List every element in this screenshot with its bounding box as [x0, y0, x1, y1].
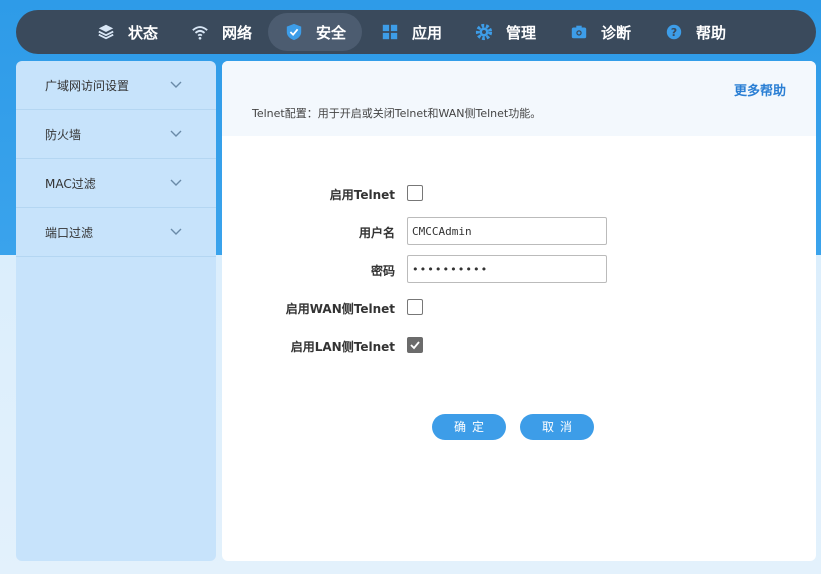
top-nav: 状态 网络 安全 应用 管理 诊断 ? 帮助 — [16, 10, 816, 54]
sidebar-item-label: MAC过滤 — [45, 176, 96, 191]
nav-item-apps[interactable]: 应用 — [368, 13, 454, 51]
nav-label: 安全 — [316, 23, 347, 42]
password-field[interactable]: •••••••••• — [407, 255, 607, 283]
layers-icon — [96, 22, 116, 42]
more-help-link[interactable]: 更多帮助 — [734, 80, 786, 99]
cancel-button[interactable]: 取消 — [520, 414, 594, 440]
wifi-icon — [190, 22, 210, 42]
checkmark-icon — [410, 341, 420, 350]
enable-telnet-label: 启用Telnet — [329, 188, 395, 202]
help-icon: ? — [664, 22, 684, 42]
nav-item-help[interactable]: ? 帮助 — [652, 13, 738, 51]
password-label: 密码 — [370, 264, 395, 278]
username-label: 用户名 — [358, 226, 395, 240]
sidebar-item-label: 广域网访问设置 — [45, 78, 130, 93]
enable-wan-telnet-label: 启用WAN侧Telnet — [285, 302, 395, 316]
enable-wan-telnet-checkbox[interactable] — [407, 299, 423, 315]
nav-label: 诊断 — [601, 23, 632, 42]
nav-item-status[interactable]: 状态 — [84, 13, 170, 51]
chevron-down-icon — [170, 130, 182, 137]
main-panel: 更多帮助 Telnet配置：用于开启或关闭Telnet和WAN侧Telnet功能… — [222, 61, 816, 561]
camera-icon — [569, 22, 589, 42]
sidebar-item-label: 防火墙 — [45, 127, 82, 142]
username-field[interactable]: CMCCAdmin — [407, 217, 607, 245]
apps-grid-icon — [380, 22, 400, 42]
sidebar-item-mac-filter[interactable]: MAC过滤 — [16, 159, 216, 208]
sidebar-item-wan-access[interactable]: 广域网访问设置 — [16, 61, 216, 110]
shield-icon — [284, 22, 304, 42]
confirm-button[interactable]: 确定 — [432, 414, 506, 440]
telnet-description: Telnet配置：用于开启或关闭Telnet和WAN侧Telnet功能。 — [252, 107, 542, 120]
nav-item-diagnostics[interactable]: 诊断 — [557, 13, 643, 51]
chevron-down-icon — [170, 179, 182, 186]
sidebar-item-firewall[interactable]: 防火墙 — [16, 110, 216, 159]
enable-lan-telnet-label: 启用LAN侧Telnet — [290, 340, 395, 354]
sidebar-item-port-filter[interactable]: 端口过滤 — [16, 208, 216, 257]
nav-item-network[interactable]: 网络 — [178, 13, 264, 51]
nav-label: 应用 — [412, 23, 443, 42]
nav-label: 状态 — [128, 23, 159, 42]
svg-text:?: ? — [671, 26, 677, 39]
sidebar-item-label: 端口过滤 — [45, 225, 94, 240]
enable-telnet-checkbox[interactable] — [407, 185, 423, 201]
panel-header: 更多帮助 Telnet配置：用于开启或关闭Telnet和WAN侧Telnet功能… — [222, 61, 816, 136]
nav-item-security[interactable]: 安全 — [268, 13, 363, 51]
gear-icon — [474, 22, 494, 42]
nav-label: 管理 — [506, 23, 537, 42]
chevron-down-icon — [170, 81, 182, 88]
nav-label: 帮助 — [696, 23, 727, 42]
nav-label: 网络 — [222, 23, 253, 42]
sidebar: 广域网访问设置 防火墙 MAC过滤 端口过滤 — [16, 61, 216, 561]
enable-lan-telnet-checkbox[interactable] — [407, 337, 423, 353]
chevron-down-icon — [170, 228, 182, 235]
nav-item-management[interactable]: 管理 — [462, 13, 548, 51]
